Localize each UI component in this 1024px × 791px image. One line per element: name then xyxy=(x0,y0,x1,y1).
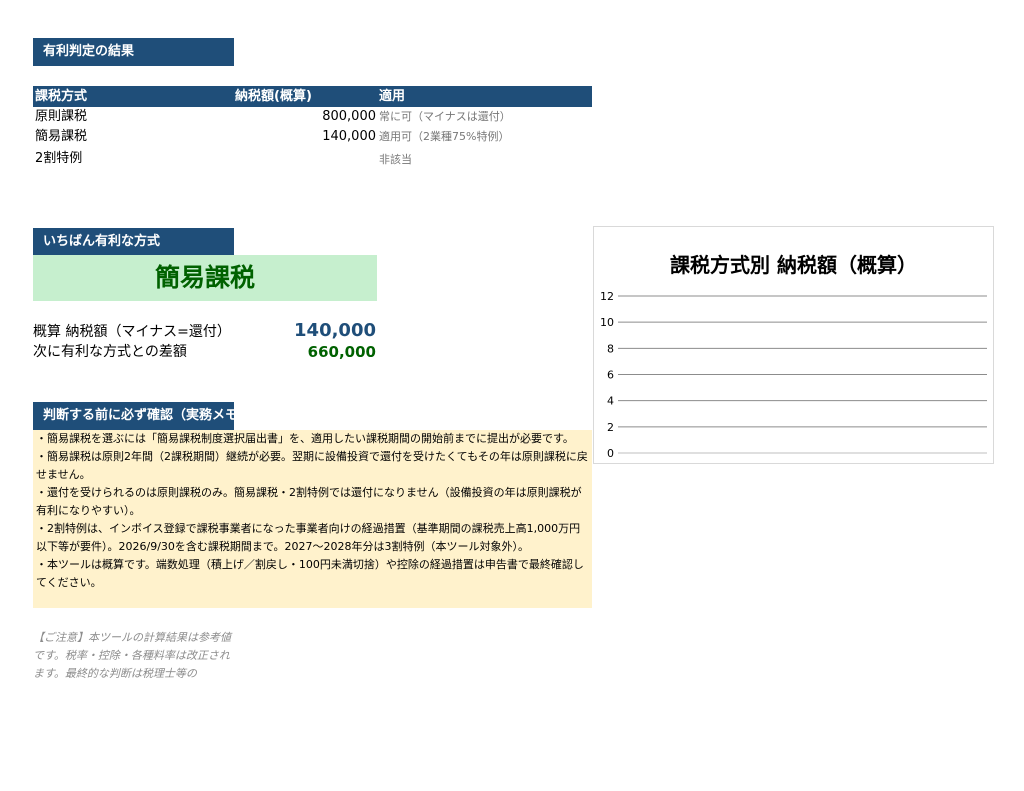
table-row: 簡易課税 140,000 適用可（2業種75%特例） xyxy=(33,127,592,147)
best-method-box: 簡易課税 xyxy=(33,255,377,301)
y-tick-label: 12 xyxy=(600,290,614,303)
y-tick-label: 0 xyxy=(607,447,614,460)
column-header-applicability: 適用 xyxy=(379,89,406,104)
check-notes: ・簡易課税を選ぶには「簡易課税制度選択届出書」を、適用したい課税期間の開始前まで… xyxy=(33,430,592,608)
note-item: ・本ツールは概算です。端数処理（積上げ／割戻し・100円未満切捨）や控除の経過措… xyxy=(36,558,584,589)
result-table-header: 課税方式 納税額(概算) 適用 xyxy=(33,86,592,107)
table-row: 2割特例 非該当 xyxy=(33,149,592,169)
table-row: 原則課税 800,000 常に可（マイナスは還付） xyxy=(33,107,592,127)
column-header-amount: 納税額(概算) xyxy=(235,89,312,104)
row-method: 2割特例 xyxy=(35,151,83,166)
row-note: 非該当 xyxy=(379,153,412,166)
difference-label: 次に有利な方式との差額 xyxy=(33,344,187,360)
tax-estimate-value: 140,000 xyxy=(294,320,376,341)
note-item: ・簡易課税を選ぶには「簡易課税制度選択届出書」を、適用したい課税期間の開始前まで… xyxy=(36,432,574,445)
result-section-header: 有利判定の結果 xyxy=(33,38,234,66)
tax-estimate-row: 概算 納税額（マイナス=還付） 140,000 xyxy=(33,320,377,342)
note-item: ・還付を受けられるのは原則課税のみ。簡易課税・2割特例では還付になりません（設備… xyxy=(36,486,582,517)
difference-row: 次に有利な方式との差額 660,000 xyxy=(33,342,377,362)
note-item: ・簡易課税は原則2年間（2課税期間）継続が必要。翌期に設備投資で還付を受けたくて… xyxy=(36,450,588,481)
y-tick-label: 2 xyxy=(607,421,614,434)
y-tick-label: 4 xyxy=(607,395,614,408)
difference-value: 660,000 xyxy=(307,343,376,361)
tax-estimate-label: 概算 納税額（マイナス=還付） xyxy=(33,324,231,340)
row-amount: 140,000 xyxy=(322,129,376,144)
column-header-method: 課税方式 xyxy=(35,89,88,104)
chart-plot: 0 2 4 6 8 10 12 xyxy=(600,290,987,460)
tax-chart[interactable]: 課税方式別 納税額（概算） 0 2 4 6 8 10 12 xyxy=(593,226,994,464)
best-section-header: いちばん有利な方式 xyxy=(33,228,234,256)
row-method: 原則課税 xyxy=(35,109,88,124)
check-section-header: 判断する前に必ず確認（実務メモ） xyxy=(33,402,234,430)
y-tick-label: 6 xyxy=(607,369,614,382)
row-note: 適用可（2業種75%特例） xyxy=(379,130,510,143)
caution-text: 【ご注意】本ツールの計算結果は参考値です。税率・控除・各種料率は改正されます。最… xyxy=(33,631,231,680)
row-method: 簡易課税 xyxy=(35,129,88,144)
row-amount: 800,000 xyxy=(322,109,376,124)
row-note: 常に可（マイナスは還付） xyxy=(379,110,511,123)
y-tick-label: 10 xyxy=(600,316,614,329)
y-tick-label: 8 xyxy=(607,342,614,355)
note-item: ・2割特例は、インボイス登録で課税事業者になった事業者向けの経過措置（基準期間の… xyxy=(36,522,581,553)
